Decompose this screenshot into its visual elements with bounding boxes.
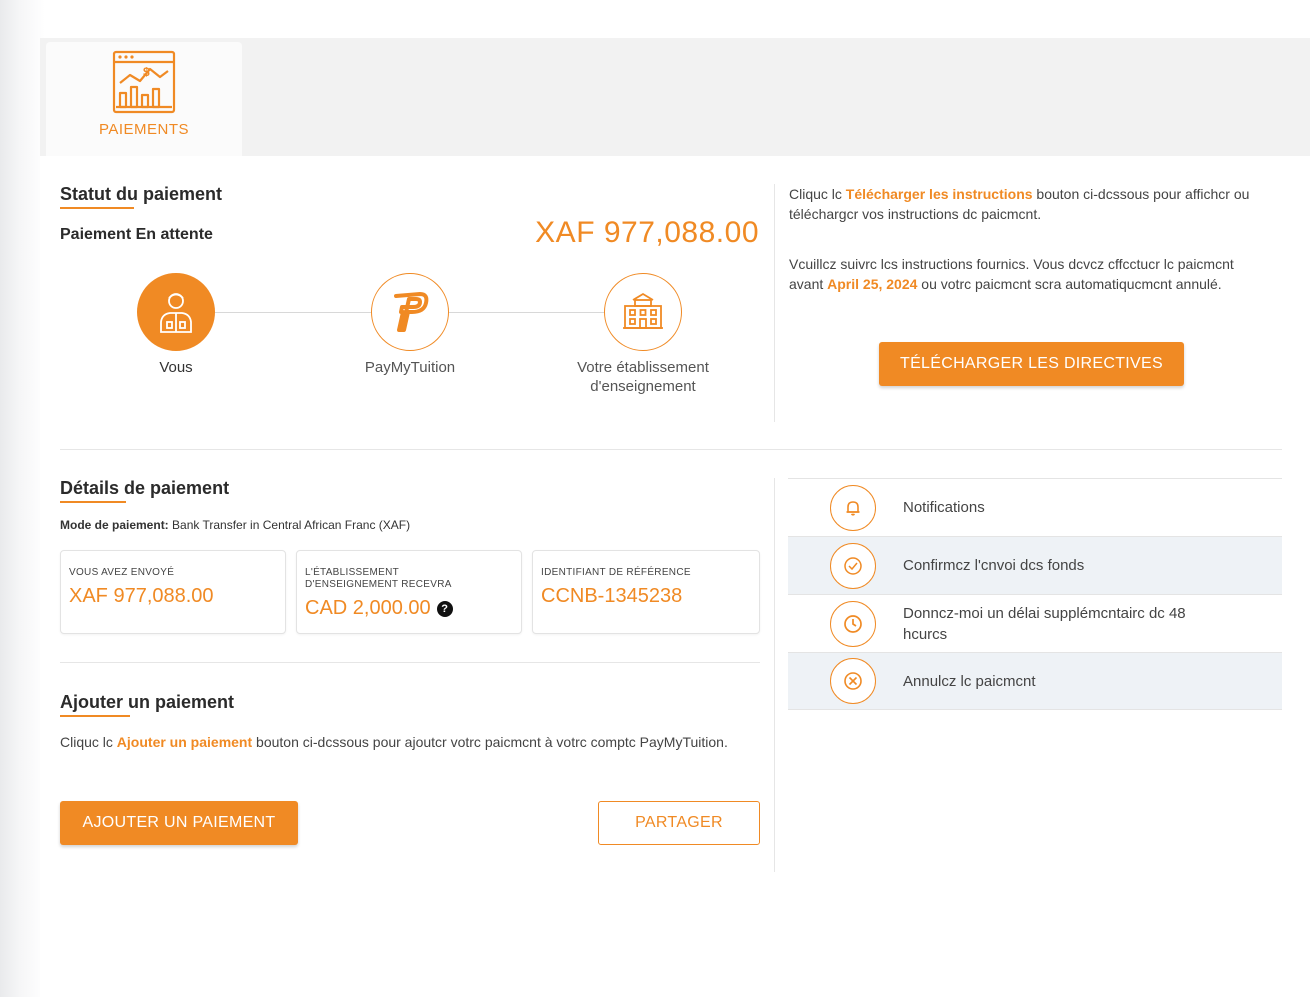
add-payment-title-part1: Ajouter — [60, 692, 123, 712]
cancel-circle-icon — [830, 658, 876, 704]
card-value: CCNB-1345238 — [541, 585, 683, 607]
vertical-divider — [774, 184, 775, 422]
deadline-date: April 25, 2024 — [827, 276, 918, 292]
section-divider — [60, 449, 1282, 450]
tab-paiements[interactable]: $ PAIEMENTS — [46, 42, 242, 156]
step-you-label: Vous — [159, 359, 193, 376]
step-you-circle — [137, 273, 215, 351]
section-divider — [60, 662, 760, 663]
school-building-icon — [623, 292, 663, 329]
title-underline — [60, 207, 134, 209]
card-amount-sent: VOUS AVEZ ENVOYÉ XAF 977,088.00 — [60, 550, 286, 634]
card-label: L'ÉTABLISSEMENT D'ENSEIGNEMENT RECEVRA — [305, 567, 452, 590]
step-connector — [448, 312, 604, 313]
action-cancel-payment[interactable]: Annulcz lc paicmcnt — [788, 652, 1282, 710]
add-payment-title-part2: un paiement — [123, 692, 235, 712]
vertical-divider — [774, 478, 775, 872]
step-pmt-circle — [371, 273, 449, 351]
action-label: Donncz-moi un délai supplémcntairc dc 48… — [903, 604, 1186, 643]
action-notifications[interactable]: Notifications — [788, 478, 1282, 536]
details-title-part1: Détails — [60, 478, 120, 498]
svg-text:$: $ — [143, 65, 150, 79]
add-payment-link[interactable]: Ajouter un paiement — [117, 734, 252, 750]
check-circle-icon — [830, 542, 876, 589]
details-title-part2: de paiement — [119, 478, 230, 498]
share-button[interactable]: PARTAGER — [598, 801, 760, 845]
payment-mode: Mode de paiement: Bank Transfer in Centr… — [60, 518, 410, 532]
download-instructions-link[interactable]: Télécharger les instructions — [846, 186, 1033, 202]
action-confirm-funds[interactable]: Confirmcz l'cnvoi dcs fonds — [788, 536, 1282, 594]
status-amount: XAF 977,088.00 — [535, 216, 759, 249]
instructions-text-1: Cliquc lc Télécharger les instructions b… — [789, 186, 1250, 222]
instructions-text-2: Vcuillcz suivrc lcs instructions fournic… — [789, 256, 1234, 292]
main-panel: Statut du paiement Paiement En attente X… — [40, 156, 1304, 997]
clock-icon — [830, 600, 876, 647]
step-school-label: Votre établissement d'enseignement — [577, 359, 709, 395]
card-school-receives: L'ÉTABLISSEMENT D'ENSEIGNEMENT RECEVRA C… — [296, 550, 522, 634]
action-label: Annulcz lc paicmcnt — [903, 672, 1036, 690]
question-circle-icon[interactable]: ? — [436, 600, 453, 617]
card-reference-id: IDENTIFIANT DE RÉFÉRENCE CCNB-1345238 — [532, 550, 760, 634]
person-icon — [160, 293, 192, 333]
title-underline — [60, 715, 130, 717]
paymytuition-logo-icon — [394, 292, 429, 332]
card-value-text: CAD 2,000.00 — [305, 597, 431, 619]
step-school-circle — [604, 273, 682, 351]
add-payment-button[interactable]: AJOUTER UN PAIEMENT — [60, 801, 298, 845]
details-title: Détails de paiement — [60, 478, 230, 503]
tab-label: PAIEMENTS — [98, 121, 190, 138]
add-payment-text: Cliquc lc Ajouter un paiement bouton ci-… — [60, 734, 728, 750]
step-pmt-label: PayMyTuition — [364, 359, 456, 376]
action-label: Confirmcz l'cnvoi dcs fonds — [903, 557, 1085, 574]
action-label: Notifications — [903, 499, 985, 516]
bell-icon — [830, 484, 876, 531]
add-payment-title: Ajouter un paiement — [60, 692, 235, 717]
step-connector — [214, 312, 372, 313]
card-value: XAF 977,088.00 — [69, 585, 214, 607]
action-extend-48h[interactable]: Donncz-moi un délai supplémcntairc dc 48… — [788, 594, 1282, 652]
analytics-dollar-icon: $ — [112, 50, 176, 114]
download-directives-button[interactable]: TÉLÉCHARGER LES DIRECTIVES — [879, 342, 1184, 386]
payment-state: Paiement En attente — [60, 226, 213, 243]
card-value: CAD 2,000.00 ? — [305, 597, 513, 620]
payment-mode-label: Mode de paiement: — [60, 518, 169, 532]
status-title-part2: du paiement — [111, 184, 223, 204]
action-list: Notifications Confirmcz l'cnvoi dcs fond… — [788, 478, 1282, 710]
status-title: Statut du paiement — [60, 184, 223, 209]
card-label: IDENTIFIANT DE RÉFÉRENCE — [541, 567, 691, 578]
card-label: VOUS AVEZ ENVOYÉ — [69, 567, 175, 578]
title-underline — [60, 501, 126, 503]
payment-mode-value: Bank Transfer in Central African Franc (… — [168, 518, 411, 532]
status-title-part1: Statut — [60, 184, 111, 204]
